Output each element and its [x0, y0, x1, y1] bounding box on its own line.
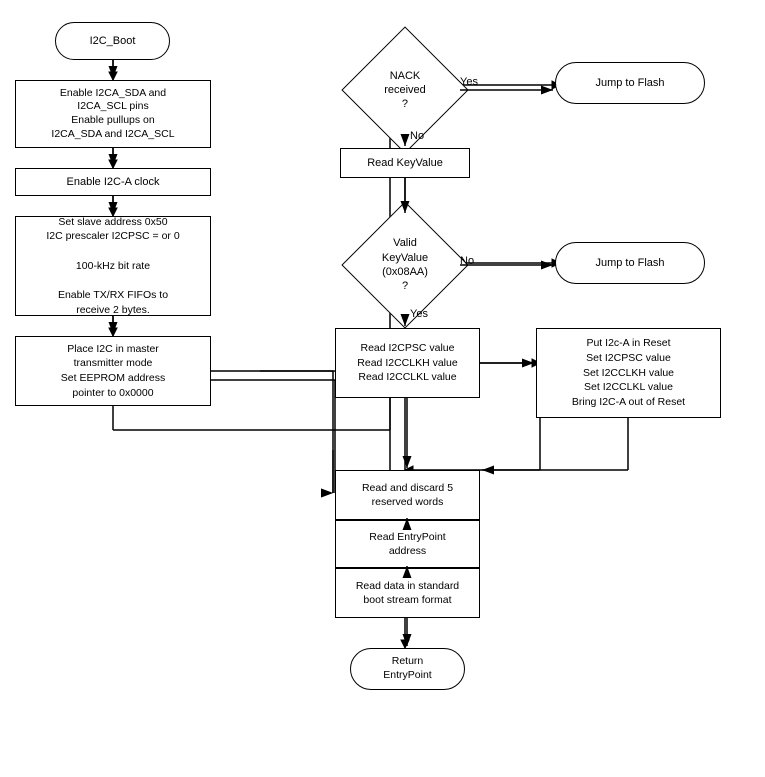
return-entry-node: ReturnEntryPoint — [350, 648, 465, 690]
put-reset-node: Put I2c-A in ResetSet I2CPSC valueSet I2… — [536, 328, 721, 418]
nack-no-label: No — [410, 130, 424, 142]
i2c-boot-node: I2C_Boot — [55, 22, 170, 60]
place-i2c-node: Place I2C in mastertransmitter modeSet E… — [15, 336, 211, 406]
nack-yes-label: Yes — [460, 76, 478, 88]
enable-clock-node: Enable I2C-A clock — [15, 168, 211, 196]
nack-diamond-container: NACKreceived? — [350, 40, 460, 140]
set-slave-node: Set slave address 0x50I2C prescaler I2CP… — [15, 216, 211, 316]
valid-kv-no-label: No — [460, 255, 474, 267]
read-values-node: Read I2CPSC valueRead I2CCLKH valueRead … — [335, 328, 480, 398]
read-discard-node: Read and discard 5reserved words — [335, 470, 480, 520]
nack-diamond-text: NACKreceived? — [384, 69, 426, 112]
read-entry-node: Read EntryPointaddress — [335, 520, 480, 568]
valid-kv-diamond-text: ValidKeyValue(0x08AA)? — [382, 236, 428, 293]
jump-flash-2-node: Jump to Flash — [555, 242, 705, 284]
valid-kv-diamond-container: ValidKeyValue(0x08AA)? — [350, 215, 460, 315]
enable-pins-node: Enable I2CA_SDA andI2CA_SCL pinsEnable p… — [15, 80, 211, 148]
valid-kv-yes-label: Yes — [410, 308, 428, 320]
read-data-node: Read data in standardboot stream format — [335, 568, 480, 618]
jump-flash-1-node: Jump to Flash — [555, 62, 705, 104]
flowchart-diagram: I2C_Boot Enable I2CA_SDA andI2CA_SCL pin… — [0, 0, 765, 777]
read-keyvalue-node: Read KeyValue — [340, 148, 470, 178]
